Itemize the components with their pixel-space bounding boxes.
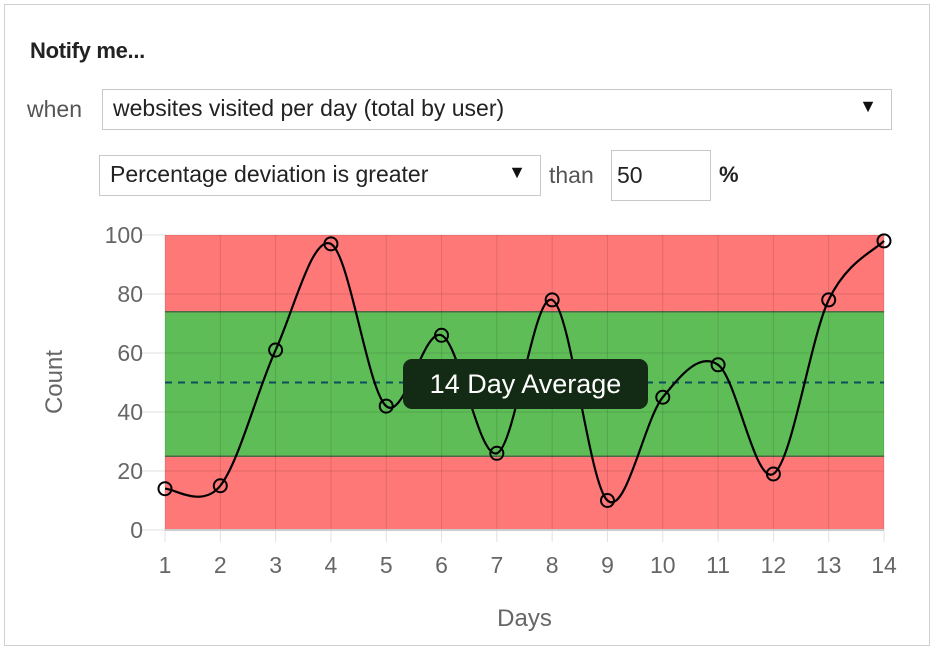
x-tick-label: 5 [380, 552, 393, 578]
average-label-badge: 14 Day Average [403, 359, 648, 409]
x-tick-label: 11 [706, 552, 730, 578]
y-tick-label: 60 [117, 340, 143, 366]
x-tick-label: 12 [761, 552, 787, 578]
y-tick-label: 0 [130, 517, 143, 543]
x-tick-label: 14 [871, 552, 897, 578]
x-tick-label: 8 [546, 552, 559, 578]
y-tick-label: 40 [117, 399, 143, 425]
x-tick-label: 10 [650, 552, 676, 578]
line-chart: 0204060801001 2 3 4 5 6 7 8 9 10 11 12 13 14DaysCount [41, 222, 897, 632]
y-tick-label: 20 [117, 458, 143, 484]
x-tick-label: 9 [601, 552, 614, 578]
x-tick-label: 2 [214, 552, 227, 578]
y-tick-label: 100 [105, 222, 143, 248]
x-tick-label: 6 [435, 552, 448, 578]
x-tick-label: 1 [159, 552, 172, 578]
x-axis-label: Days [497, 605, 552, 632]
y-axis-label: Count [41, 350, 68, 414]
x-tick-label: 7 [490, 552, 503, 578]
y-tick-label: 80 [117, 281, 143, 307]
x-tick-label: 3 [269, 552, 282, 578]
x-tick-label: 4 [325, 552, 338, 578]
upper-alert-band [165, 235, 884, 312]
x-tick-label: 13 [816, 552, 842, 578]
